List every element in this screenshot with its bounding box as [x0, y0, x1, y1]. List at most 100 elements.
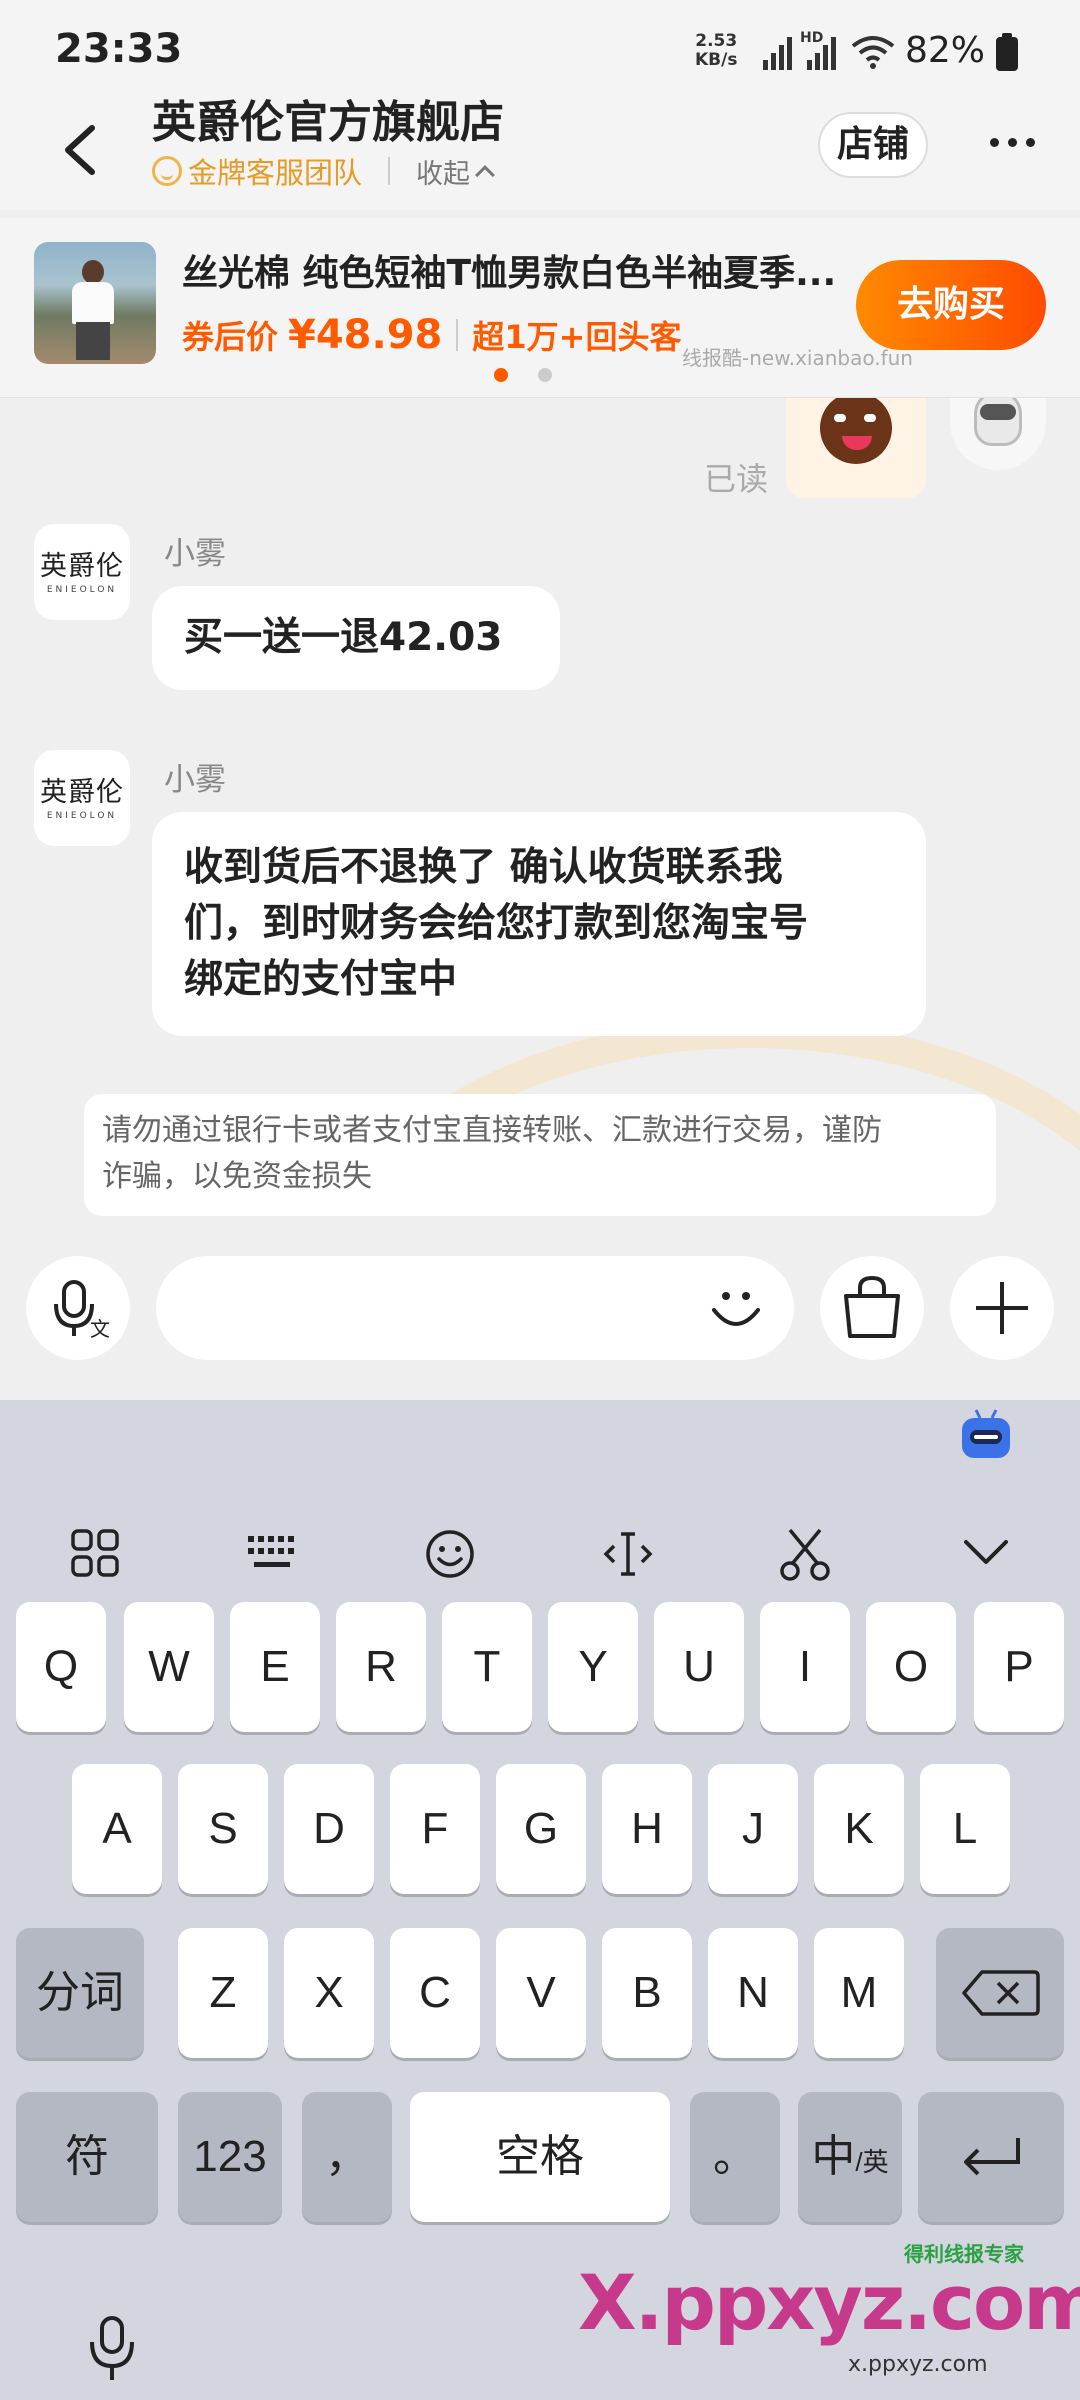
- product-title[interactable]: 丝光棉 纯色短袖T恤男款白色半袖夏季...: [182, 244, 852, 296]
- status-bar: 23:33 2.53 KB/s HD 82%: [0, 0, 1080, 100]
- key-s[interactable]: S: [178, 1764, 268, 1894]
- back-arrow-icon[interactable]: [56, 122, 106, 178]
- key-b[interactable]: B: [602, 1928, 692, 2058]
- product-price: ¥48.98: [288, 312, 443, 358]
- chevron-down-icon[interactable]: [962, 1534, 1010, 1570]
- keyboard-toolbar: [0, 1500, 1080, 1600]
- segment-key[interactable]: 分词: [16, 1928, 144, 2058]
- key-z[interactable]: Z: [178, 1928, 268, 2058]
- chat-header: 英爵伦官方旗舰店 金牌客服团队 收起 店铺: [0, 97, 1080, 210]
- apps-grid-icon[interactable]: [70, 1528, 120, 1578]
- key-k[interactable]: K: [814, 1764, 904, 1894]
- key-t[interactable]: T: [442, 1602, 532, 1732]
- plus-icon: [976, 1282, 1028, 1334]
- carousel-indicator: [494, 368, 552, 382]
- key-p[interactable]: P: [974, 1602, 1064, 1732]
- service-team-row: 金牌客服团队 收起: [152, 150, 495, 192]
- key-d[interactable]: D: [284, 1764, 374, 1894]
- cursor-edit-icon[interactable]: [602, 1528, 654, 1580]
- keyboard-layout-icon[interactable]: [246, 1530, 298, 1574]
- symbol-key[interactable]: 符: [16, 2092, 158, 2222]
- collapse-toggle[interactable]: 收起: [416, 152, 470, 191]
- more-options-icon[interactable]: [990, 138, 1035, 147]
- divider: [388, 157, 391, 185]
- key-n[interactable]: N: [708, 1928, 798, 2058]
- wifi-icon: [851, 36, 895, 69]
- shop-avatar[interactable]: 英爵伦 ENIEOLON: [34, 750, 130, 846]
- sent-sticker[interactable]: [786, 398, 926, 498]
- network-speed: 2.53 KB/s: [695, 31, 738, 70]
- number-key[interactable]: 123: [178, 2092, 282, 2222]
- carousel-dot-active: [494, 368, 508, 382]
- key-r[interactable]: R: [336, 1602, 426, 1732]
- key-a[interactable]: A: [72, 1764, 162, 1894]
- signal-icon: [763, 37, 792, 70]
- emoji-sticker-icon: [820, 398, 892, 464]
- signal-icon-2: [807, 37, 836, 70]
- key-l[interactable]: L: [920, 1764, 1010, 1894]
- key-h[interactable]: H: [602, 1764, 692, 1894]
- sender-name: 小雾: [164, 762, 226, 798]
- product-price-row: 券后价 ¥48.98 超1万+回头客: [182, 312, 681, 358]
- voice-translate-icon: 文: [54, 1280, 110, 1341]
- comma-key[interactable]: ，: [302, 2092, 392, 2222]
- key-m[interactable]: M: [814, 1928, 904, 2058]
- key-j[interactable]: J: [708, 1764, 798, 1894]
- watermark-url: x.ppxyz.com: [848, 2352, 988, 2377]
- buy-button[interactable]: 去购买: [856, 260, 1046, 350]
- product-image[interactable]: [34, 242, 156, 364]
- assistant-robot-icon[interactable]: [956, 1406, 1016, 1466]
- carousel-dot: [538, 368, 552, 382]
- read-status: 已读: [704, 460, 769, 498]
- battery-icon: [996, 33, 1018, 71]
- key-q[interactable]: Q: [16, 1602, 106, 1732]
- key-e[interactable]: E: [230, 1602, 320, 1732]
- enter-key[interactable]: [918, 2092, 1064, 2222]
- key-x[interactable]: X: [284, 1928, 374, 2058]
- key-y[interactable]: Y: [548, 1602, 638, 1732]
- battery-percent: 82%: [905, 30, 986, 71]
- shopping-bag-icon: [844, 1275, 900, 1338]
- sender-name: 小雾: [164, 536, 226, 572]
- shop-name: 英爵伦官方旗舰店: [152, 97, 504, 148]
- key-f[interactable]: F: [390, 1764, 480, 1894]
- voice-button[interactable]: 文: [26, 1256, 130, 1360]
- message-bubble[interactable]: 买一送一退42.03: [152, 586, 560, 690]
- store-button[interactable]: 店铺: [818, 112, 928, 178]
- language-switch-key[interactable]: 中/英: [798, 2092, 902, 2222]
- plus-button[interactable]: [950, 1256, 1054, 1360]
- backspace-key[interactable]: [936, 1928, 1064, 2058]
- period-key[interactable]: 。: [690, 2092, 780, 2222]
- svg-text:文: 文: [90, 1317, 110, 1341]
- divider: [456, 319, 459, 351]
- key-o[interactable]: O: [866, 1602, 956, 1732]
- status-time: 23:33: [55, 26, 183, 72]
- service-team-label: 金牌客服团队: [188, 156, 363, 190]
- input-bar: 文: [0, 1216, 1080, 1400]
- key-v[interactable]: V: [496, 1928, 586, 2058]
- repeat-customers-badge: 超1万+回头客: [472, 318, 682, 356]
- emoji-icon[interactable]: [704, 1276, 768, 1340]
- enter-icon: [964, 2138, 1020, 2176]
- message-input[interactable]: [156, 1256, 794, 1360]
- scissors-icon[interactable]: [778, 1526, 832, 1582]
- space-key[interactable]: 空格: [410, 2092, 670, 2222]
- message-bubble[interactable]: 收到货后不退换了 确认收货联系我 们，到时财务会给您打款到您淘宝号 绑定的支付宝…: [152, 812, 926, 1036]
- product-card[interactable]: 丝光棉 纯色短袖T恤男款白色半袖夏季... 券后价 ¥48.98 超1万+回头客…: [0, 218, 1080, 398]
- watermark-text: 线报酷-new.xianbao.fun: [682, 346, 913, 370]
- key-u[interactable]: U: [654, 1602, 744, 1732]
- key-w[interactable]: W: [124, 1602, 214, 1732]
- smile-icon: [152, 156, 182, 186]
- my-avatar[interactable]: [950, 398, 1046, 470]
- key-c[interactable]: C: [390, 1928, 480, 2058]
- chevron-up-icon[interactable]: [475, 165, 495, 185]
- key-i[interactable]: I: [760, 1602, 850, 1732]
- price-label: 券后价: [182, 318, 279, 356]
- key-g[interactable]: G: [496, 1764, 586, 1894]
- backspace-icon: [962, 1970, 1040, 2016]
- emoji-icon[interactable]: [424, 1528, 476, 1580]
- safety-notice: 请勿通过银行卡或者支付宝直接转账、汇款进行交易，谨防 诈骗，以免资金损失: [84, 1094, 996, 1216]
- shopping-bag-button[interactable]: [820, 1256, 924, 1360]
- microphone-icon[interactable]: [86, 2314, 138, 2384]
- shop-avatar[interactable]: 英爵伦 ENIEOLON: [34, 524, 130, 620]
